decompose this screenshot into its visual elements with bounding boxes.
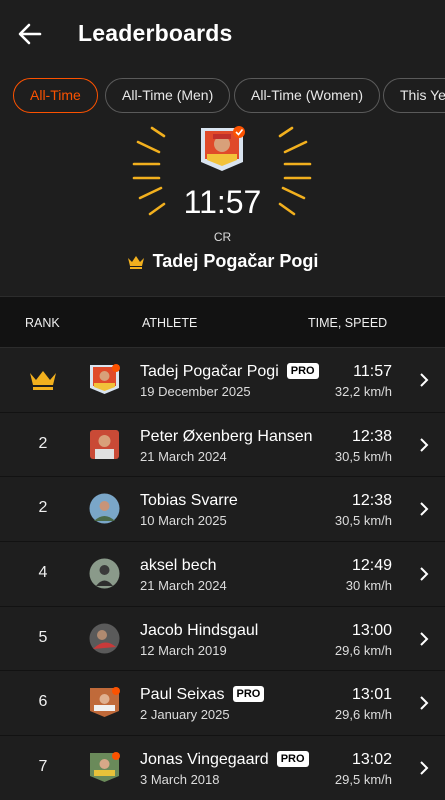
course-record-time: 11:57 <box>183 184 262 220</box>
rank-number: 6 <box>38 693 48 711</box>
rank-number: 4 <box>38 564 48 582</box>
effort-time: 12:49 <box>351 557 392 575</box>
chevron-right-icon <box>420 502 429 517</box>
athlete-avatar[interactable] <box>89 364 120 395</box>
crown-icon <box>30 371 56 390</box>
table-row[interactable]: 7 Jonas Vingegaard PRO 3 March 2018 13:02… <box>0 736 445 800</box>
effort-speed: 29,6 km/h <box>334 642 392 658</box>
table-row[interactable]: 4 aksel bech 21 March 2024 12:49 30 km/h <box>0 542 445 607</box>
effort-speed: 30,5 km/h <box>334 513 392 529</box>
page-title: Leaderboards <box>78 20 233 46</box>
table-row[interactable]: 6 Paul Seixas PRO 2 January 2025 13:01 29… <box>0 671 445 737</box>
effort-time: 12:38 <box>351 492 392 510</box>
athlete-avatar[interactable] <box>89 558 120 589</box>
effort-date: 10 March 2025 <box>140 513 227 529</box>
athlete-name[interactable]: aksel bech <box>140 557 217 575</box>
course-record-holder: Tadej Pogačar Pogi <box>0 251 445 272</box>
effort-time: 13:00 <box>351 621 392 639</box>
athlete-name[interactable]: Peter Øxenberg Hansen <box>140 428 313 446</box>
column-time-speed: TIME, SPEED <box>308 316 388 330</box>
table-row[interactable]: 5 Jacob Hindsgaul 12 March 2019 13:00 29… <box>0 606 445 672</box>
effort-date: 19 December 2025 <box>140 384 251 399</box>
table-header: RANK ATHLETE TIME, SPEED <box>0 296 445 348</box>
pro-badge: PRO <box>276 751 309 768</box>
effort-time: 13:01 <box>351 686 392 704</box>
filter-all-time[interactable]: All-Time <box>13 78 98 113</box>
chevron-right-icon <box>420 373 429 387</box>
effort-time: 11:57 <box>353 363 392 380</box>
chevron-right-icon <box>420 632 429 646</box>
athlete-name[interactable]: Jonas Vingegaard PRO <box>140 751 309 769</box>
rank-number: 2 <box>38 434 48 452</box>
chevron-right-icon <box>420 761 429 775</box>
athlete-avatar[interactable] <box>89 623 120 654</box>
chevron-right-icon <box>420 437 429 452</box>
effort-speed: 29,6 km/h <box>334 707 392 723</box>
athlete-avatar[interactable] <box>89 752 120 783</box>
effort-date: 12 March 2019 <box>140 642 227 658</box>
filter-all-time-men[interactable]: All-Time (Men) <box>105 78 231 113</box>
table-row[interactable]: 2 Tobias Svarre 10 March 2025 12:38 30,5… <box>0 477 445 543</box>
table-row[interactable]: Tadej Pogačar Pogi PRO 19 December 2025 1… <box>0 348 445 413</box>
app-header: Leaderboards <box>0 0 445 68</box>
effort-speed: 30 km/h <box>345 578 392 594</box>
hero-avatar[interactable] <box>199 126 245 172</box>
athlete-name[interactable]: Tadej Pogačar Pogi PRO <box>140 363 319 381</box>
chevron-right-icon <box>420 567 429 581</box>
arrow-left-icon[interactable] <box>16 20 44 48</box>
effort-date: 21 March 2024 <box>140 578 227 594</box>
table-row[interactable]: 2 Peter Øxenberg Hansen 21 March 2024 12… <box>0 412 445 478</box>
filter-all-time-women[interactable]: All-Time (Women) <box>234 78 381 113</box>
course-record-hero: 11:57 CR Tadej Pogačar Pogi <box>0 126 445 296</box>
athlete-avatar[interactable] <box>89 493 120 524</box>
rank-number: 2 <box>38 499 48 517</box>
pro-badge: PRO <box>232 686 265 703</box>
effort-date: 2 January 2025 <box>140 707 230 723</box>
rank-number: 7 <box>38 758 48 776</box>
athlete-name[interactable]: Paul Seixas PRO <box>140 686 265 704</box>
effort-time: 12:38 <box>351 427 392 445</box>
effort-time: 13:02 <box>351 751 392 769</box>
pro-badge: PRO <box>286 363 319 379</box>
course-record-holder-name[interactable]: Tadej Pogačar Pogi <box>153 251 319 271</box>
effort-date: 3 March 2018 <box>140 772 220 788</box>
athlete-name[interactable]: Jacob Hindsgaul <box>140 622 258 640</box>
course-record-label: CR <box>213 230 232 244</box>
filter-chips: All-Time All-Time (Men) All-Time (Women)… <box>0 68 445 126</box>
effort-speed: 32,2 km/h <box>334 384 392 399</box>
filter-this-year[interactable]: This Yea <box>383 78 445 113</box>
effort-date: 21 March 2024 <box>140 448 227 464</box>
leaderboard-list: Tadej Pogačar Pogi PRO 19 December 2025 1… <box>0 348 445 800</box>
athlete-avatar[interactable] <box>89 687 120 718</box>
column-rank: RANK <box>25 316 60 330</box>
athlete-avatar[interactable] <box>89 429 120 460</box>
crown-icon <box>127 255 144 269</box>
effort-speed: 29,5 km/h <box>334 772 392 788</box>
athlete-name[interactable]: Tobias Svarre <box>140 492 238 510</box>
rank-number: 5 <box>38 628 48 646</box>
effort-speed: 30,5 km/h <box>334 448 392 464</box>
column-athlete: ATHLETE <box>142 316 198 330</box>
chevron-right-icon <box>420 696 429 711</box>
